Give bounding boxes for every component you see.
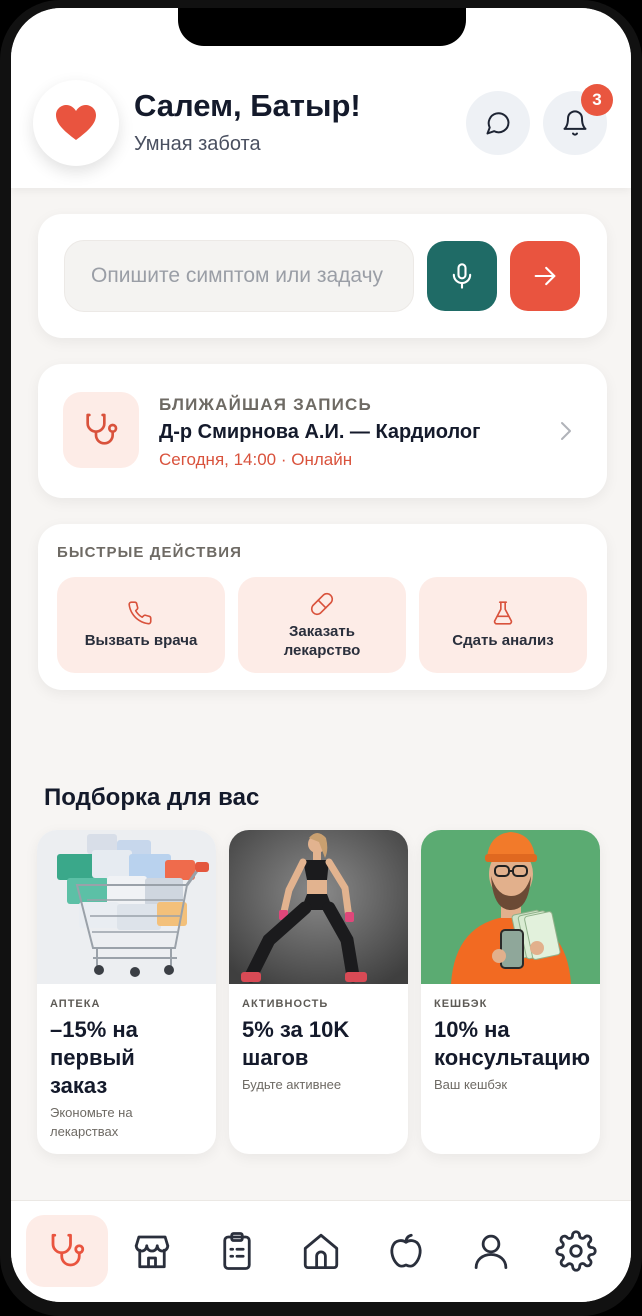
promo-tag: АПТЕКА [50,998,101,1010]
pharmacy-cart-image [37,830,216,984]
nav-item-records[interactable] [196,1215,278,1287]
bottom-navigation [11,1200,631,1302]
nav-item-nutrition[interactable] [365,1215,447,1287]
order-medicine-button[interactable]: Заказать лекарство [238,577,406,673]
promo-title: 5% за 10K шагов [242,1017,350,1070]
phone-frame: Салем, Батыр! Умная забота 3 Опишите сим… [0,0,642,1316]
cashback-man-image [421,830,600,984]
appointment-time: Сегодня, 14:00 · Онлайн [159,450,353,469]
call-doctor-label: Вызвать врача [84,632,198,649]
settings-icon [555,1230,597,1272]
notification-badge: 3 [581,84,613,116]
microphone-icon [452,263,472,289]
appointment-card[interactable]: БЛИЖАЙШАЯ ЗАПИСЬ Д-р Смирнова А.И. — Кар… [38,364,607,498]
promo-title: –15% на первый заказ [50,1017,138,1098]
promo-heading: Подборка для вас [44,784,260,811]
nav-item-pharmacy[interactable] [111,1215,193,1287]
quick-actions-title: БЫСТРЫЕ ДЕЙСТВИЯ [57,544,243,561]
phone-icon [128,601,152,625]
lab-test-label: Сдать анализ [452,632,554,649]
promo-card-activity[interactable]: АКТИВНОСТЬ 5% за 10K шагов Будьте активн… [229,830,408,1154]
promo-subtitle: Ваш кешбэк [434,1077,508,1092]
promo-tag: АКТИВНОСТЬ [242,998,329,1010]
home-icon [303,1233,339,1270]
search-card [38,214,607,338]
order-medicine-label: Заказать лекарство [283,622,361,659]
arrow-right-icon [534,266,556,286]
greeting-subtitle: Умная забота [134,133,261,155]
chevron-right-icon [561,422,571,440]
bell-icon [563,110,587,136]
flask-icon [493,601,513,625]
fitness-woman-image [229,830,408,984]
greeting-title: Салем, Батыр! [134,88,361,123]
call-doctor-button[interactable]: Вызвать врача [57,577,225,673]
appointment-title: Д-р Смирнова А.И. — Кардиолог [159,421,481,443]
chat-icon [486,112,510,135]
promo-subtitle: Экономьте на лекарствах [50,1105,133,1139]
quick-actions-card: БЫСТРЫЕ ДЕЙСТВИЯ Вызвать врача Заказать … [38,524,607,690]
user-icon [474,1234,508,1270]
chat-button[interactable] [466,91,530,155]
promo-subtitle: Будьте активнее [242,1077,342,1092]
stethoscope-icon [86,413,118,445]
app-logo[interactable] [33,80,119,166]
heart-icon [56,105,96,140]
nav-item-doctor[interactable] [26,1215,108,1287]
promo-card-pharmacy[interactable]: АПТЕКА –15% на первый заказ Экономьте на… [37,830,216,1154]
lab-test-button[interactable]: Сдать анализ [419,577,587,673]
app-screen: Салем, Батыр! Умная забота 3 Опишите сим… [11,8,631,1302]
pill-icon [310,592,334,615]
nav-item-settings[interactable] [535,1215,617,1287]
nav-item-profile[interactable] [450,1215,532,1287]
voice-input-button[interactable] [427,241,497,311]
stethoscope-icon [51,1233,85,1267]
promo-title: 10% на консультацию [434,1017,591,1070]
search-input[interactable] [64,240,414,312]
clipboard-icon [223,1232,251,1270]
nav-item-home[interactable] [280,1215,362,1287]
appointment-kicker: БЛИЖАЙШАЯ ЗАПИСЬ [159,395,372,414]
promo-card-cashback[interactable]: КЕШБЭК 10% на консультацию Ваш кешбэк [421,830,600,1154]
appointment-icon-tile [63,392,139,468]
promo-tag: КЕШБЭК [434,998,488,1010]
apple-icon [390,1233,422,1268]
send-button[interactable] [510,241,580,311]
phone-notch [178,8,466,46]
store-icon [134,1235,170,1269]
